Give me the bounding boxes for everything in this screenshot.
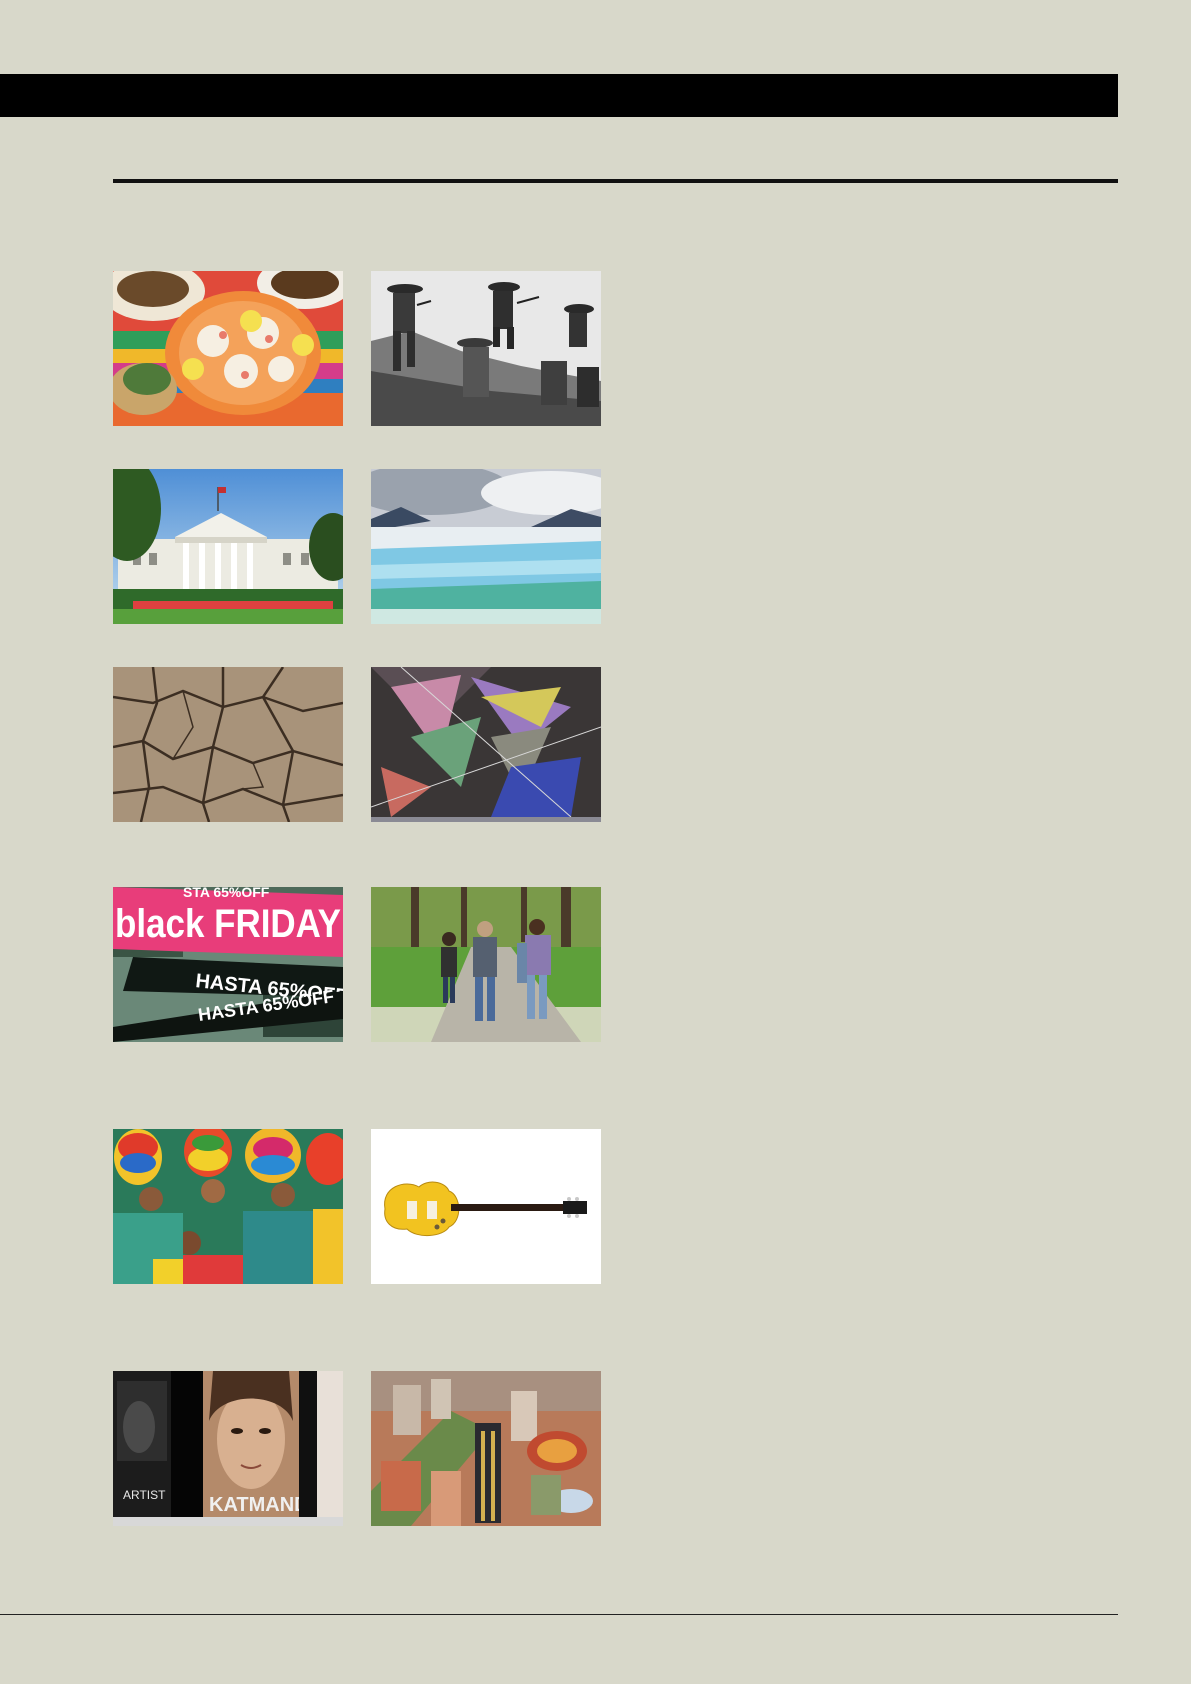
- photo-electric-guitar: [371, 1129, 601, 1284]
- photo-mexican-food: [113, 271, 343, 426]
- section-rule: [113, 179, 1118, 183]
- photo-glacier: [371, 469, 601, 624]
- photo-city-aerial: [371, 1371, 601, 1526]
- photo-abstract-painting: [371, 667, 601, 822]
- footer-rule: [0, 1614, 1118, 1615]
- black-friday-banner-text: black FRIDAY: [115, 902, 341, 946]
- photo-carnival-dancers: [113, 1129, 343, 1284]
- photo-students-walking: [371, 887, 601, 1042]
- poster-artist-title: ARTIST: [123, 1488, 166, 1502]
- sign-top-text: STA 65%OFF: [183, 887, 270, 900]
- photo-white-house: [113, 469, 343, 624]
- photo-revolution-soldiers: [371, 271, 601, 426]
- photo-movie-posters: ARTIST KATMANDU: [113, 1371, 343, 1526]
- photo-cracked-earth: [113, 667, 343, 822]
- photo-black-friday-sign: STA 65%OFF black FRIDAY HASTA 65%OFF HAS…: [113, 887, 343, 1042]
- header-bar: [0, 74, 1118, 117]
